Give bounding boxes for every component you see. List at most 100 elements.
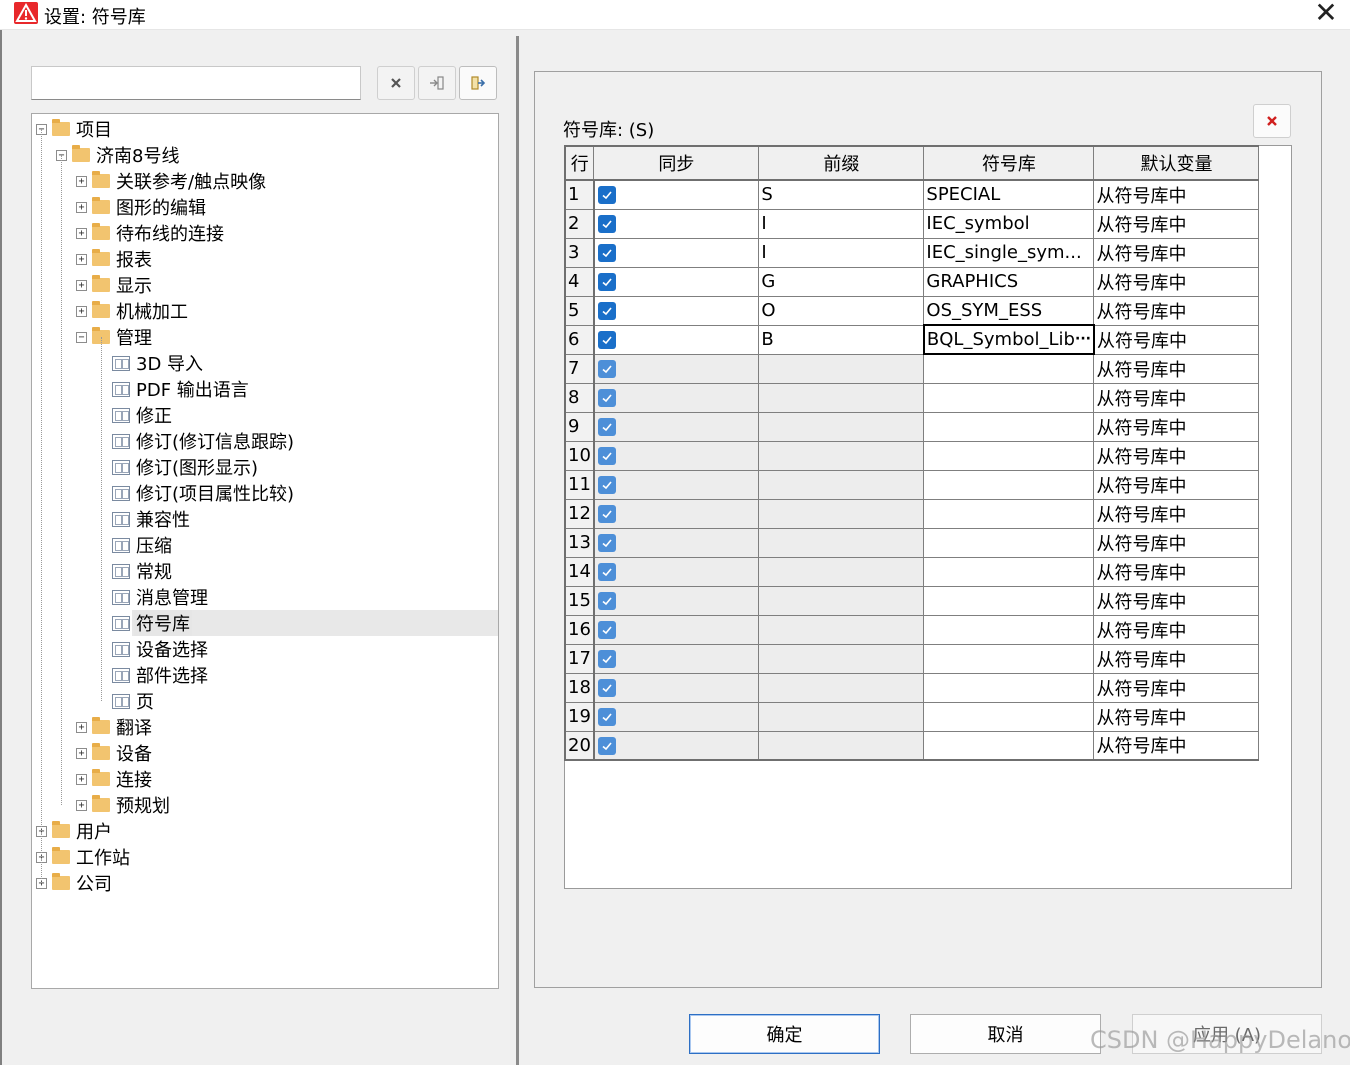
symbol-library-cell[interactable] [923,498,1095,529]
table-row[interactable]: 6 B BQL_Symbol_Lib ··· 从符号库中 [564,324,1260,355]
table-row[interactable]: 13 从符号库中 [564,527,1260,558]
sync-cell[interactable] [593,585,760,616]
prefix-cell[interactable]: I [758,237,925,268]
cancel-button[interactable]: 取消 [910,1014,1101,1054]
tree-node[interactable]: + 预规划 [76,793,172,817]
clear-search-button[interactable] [377,66,415,100]
symbol-library-cell[interactable] [923,527,1095,558]
sync-cell[interactable] [593,411,760,442]
symbol-library-cell[interactable] [923,643,1095,674]
tree-node[interactable]: + 报表 [76,247,154,271]
table-row[interactable]: 12 从符号库中 [564,498,1260,529]
expand-icon[interactable]: + [76,279,87,291]
sync-cell[interactable] [593,614,760,645]
default-variant-cell[interactable]: 从符号库中 [1093,295,1260,326]
sync-checkbox[interactable] [597,331,616,349]
prefix-cell[interactable] [758,556,925,587]
expand-icon[interactable]: + [76,305,87,317]
sync-checkbox[interactable] [597,389,616,407]
column-header-sync[interactable]: 同步 [593,145,760,181]
delete-row-button[interactable] [1253,104,1291,138]
tree-node[interactable]: + 关联参考/触点映像 [76,169,268,193]
default-variant-cell[interactable]: 从符号库中 [1093,614,1260,645]
sync-checkbox[interactable] [597,215,616,233]
table-row[interactable]: 15 从符号库中 [564,585,1260,616]
collapse-icon[interactable]: − [76,331,87,343]
tree-node[interactable]: + 公司 [36,871,114,895]
table-row[interactable]: 14 从符号库中 [564,556,1260,587]
symbol-library-cell[interactable] [923,701,1095,732]
tree-node[interactable]: PDF 输出语言 [96,377,251,401]
tree-node[interactable]: 修订(图形显示) [96,455,260,479]
default-variant-cell[interactable]: 从符号库中 [1093,556,1260,587]
sync-cell[interactable] [593,556,760,587]
prefix-cell[interactable] [758,411,925,442]
row-number-cell[interactable]: 4 [564,266,595,297]
symbol-library-cell[interactable] [923,672,1095,703]
sync-cell[interactable] [593,295,760,326]
prefix-cell[interactable] [758,527,925,558]
symbol-library-cell[interactable]: SPECIAL [923,179,1095,210]
prefix-cell[interactable] [758,614,925,645]
expand-icon[interactable]: + [76,227,87,239]
sync-cell[interactable] [593,266,760,297]
sync-cell[interactable] [593,498,760,529]
table-row[interactable]: 19 从符号库中 [564,701,1260,732]
sync-cell[interactable] [593,643,760,674]
prefix-cell[interactable]: G [758,266,925,297]
table-row[interactable]: 1 S SPECIAL 从符号库中 [564,179,1260,210]
panel-splitter[interactable] [516,36,519,1065]
browse-library-button[interactable]: ··· [1075,332,1091,346]
tree-node[interactable]: 符号库 [96,610,192,636]
row-number-cell[interactable]: 7 [564,353,595,384]
sync-cell[interactable] [593,324,760,355]
row-number-cell[interactable]: 5 [564,295,595,326]
sync-checkbox[interactable] [597,302,616,320]
tree-node[interactable]: + 用户 [36,819,114,843]
column-header-default-variant[interactable]: 默认变量 [1093,145,1260,181]
expand-icon[interactable]: + [76,253,87,265]
tree-node[interactable]: 压缩 [96,533,174,557]
sync-checkbox[interactable] [597,505,616,523]
symbol-library-cell[interactable]: OS_SYM_ESS [923,295,1095,326]
expand-icon[interactable]: + [76,773,87,785]
sync-checkbox[interactable] [597,534,616,552]
default-variant-cell[interactable]: 从符号库中 [1093,672,1260,703]
symbol-library-cell[interactable]: BQL_Symbol_Lib ··· [922,324,1095,355]
row-number-cell[interactable]: 19 [564,701,595,732]
row-number-cell[interactable]: 14 [564,556,595,587]
symbol-library-cell[interactable]: IEC_single_sym... [923,237,1095,268]
settings-tree[interactable]: − 项目 − 济南8号线 + 关联参考/触点映像 + 图形的编辑 + 待布线的连接 + 报表 + 显示 + 机… [31,113,499,989]
sync-cell[interactable] [593,237,760,268]
sync-cell[interactable] [593,440,760,471]
prefix-cell[interactable] [758,498,925,529]
row-number-cell[interactable]: 3 [564,237,595,268]
tree-search-input[interactable] [31,66,361,100]
sync-checkbox[interactable] [597,563,616,581]
symbol-library-cell[interactable] [923,585,1095,616]
tree-node[interactable]: + 工作站 [36,845,132,869]
row-number-cell[interactable]: 6 [564,324,595,355]
sync-checkbox[interactable] [597,621,616,639]
column-header-symbol-library[interactable]: 符号库 [923,145,1095,181]
table-row[interactable]: 8 从符号库中 [564,382,1260,413]
row-number-cell[interactable]: 2 [564,208,595,239]
tree-node[interactable]: + 显示 [76,273,154,297]
sync-checkbox[interactable] [597,650,616,668]
tree-node[interactable]: 修订(项目属性比较) [96,481,296,505]
table-row[interactable]: 10 从符号库中 [564,440,1260,471]
column-header-prefix[interactable]: 前缀 [758,145,925,181]
sync-checkbox[interactable] [597,708,616,726]
sync-checkbox[interactable] [597,360,616,378]
row-number-cell[interactable]: 13 [564,527,595,558]
expand-icon[interactable]: + [76,747,87,759]
default-variant-cell[interactable]: 从符号库中 [1093,208,1260,239]
expand-icon[interactable]: + [76,201,87,213]
sync-cell[interactable] [593,730,760,761]
row-number-cell[interactable]: 12 [564,498,595,529]
table-row[interactable]: 16 从符号库中 [564,614,1260,645]
table-row[interactable]: 3 I IEC_single_sym... 从符号库中 [564,237,1260,268]
sync-checkbox[interactable] [597,592,616,610]
default-variant-cell[interactable]: 从符号库中 [1093,701,1260,732]
row-number-cell[interactable]: 11 [564,469,595,500]
